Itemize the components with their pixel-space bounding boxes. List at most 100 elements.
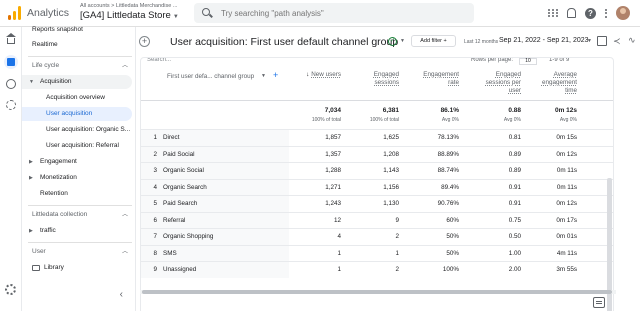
cell-channel-group[interactable]: Organic Shopping [163, 233, 213, 240]
global-search[interactable] [194, 3, 474, 23]
cell-new-users: 1,857 [325, 134, 341, 141]
table-row[interactable]: 4 Organic Search 1,271 1,156 89.4% 0.91 0m 11s [141, 178, 613, 196]
account-selector[interactable]: All accounts > Littledata Merchandise ..… [80, 3, 179, 21]
sidebar-item-acquisition-overview[interactable]: Acquisition overview [22, 91, 136, 105]
collapse-sidebar-icon[interactable]: ‹ [120, 289, 123, 300]
sidebar-item-traffic[interactable]: ▶ traffic [22, 224, 136, 238]
check-circle-icon[interactable]: ✓ [388, 37, 397, 46]
add-filter-button[interactable]: Add filter + [411, 35, 456, 47]
reports-icon[interactable] [4, 55, 18, 69]
home-icon[interactable] [4, 33, 18, 48]
date-range-picker[interactable]: Sep 21, 2022 - Sep 21, 2023 [499, 37, 589, 44]
cell-engaged-sessions: 9 [395, 216, 399, 224]
cell-engaged-sessions: 1,625 [383, 134, 399, 141]
table-row[interactable]: 1 Direct 1,857 1,625 78.13% 0.81 0m 15s [141, 129, 613, 146]
add-dimension-icon[interactable]: + [273, 70, 278, 80]
share-icon[interactable]: ≺ [613, 36, 621, 47]
chevron-down-icon[interactable]: ▼ [261, 73, 266, 79]
cell-avg-engagement-time: 4m 11s [556, 249, 577, 257]
scrollbar-thumb[interactable] [142, 290, 612, 294]
admin-gear-icon[interactable] [5, 284, 16, 295]
sidebar-item-retention[interactable]: Retention [22, 187, 136, 201]
table-search[interactable]: Search... [147, 58, 171, 63]
chevron-down-icon[interactable]: ▼ [587, 38, 592, 44]
cell-engagement-rate: 60% [446, 216, 459, 224]
chevron-down-icon[interactable]: ▼ [400, 38, 405, 44]
sidebar-footer: ‹ [22, 287, 136, 311]
sidebar-item-library[interactable]: Library [22, 261, 136, 275]
bell-icon[interactable] [567, 8, 576, 18]
horizontal-scrollbar[interactable] [140, 290, 616, 294]
section-littledata-collection[interactable]: Littledata collection ︿ [22, 208, 136, 222]
sidebar-item-acquisition[interactable]: ▼ Acquisition [22, 75, 132, 89]
help-icon[interactable]: ? [585, 7, 596, 19]
analytics-logo[interactable] [8, 6, 22, 20]
pagination-text: 1-9 of 9 [549, 57, 570, 63]
add-comparison-icon[interactable]: + [139, 36, 150, 47]
property-name[interactable]: [GA4] Littledata Store ▼ [80, 10, 179, 21]
col-header-engaged-sessions[interactable]: Engaged sessions [361, 71, 399, 87]
total-engaged-sessions: 6,381 [382, 107, 399, 114]
rows-per-page-select[interactable]: 10 [519, 58, 537, 65]
col-header-engagement-rate[interactable]: Engagement rate [419, 71, 459, 87]
total-engagement-rate: 86.1% [440, 107, 459, 114]
table-row[interactable]: 8 SMS 1 1 50% 1.00 4m 11s [141, 244, 613, 262]
cell-engaged-per-user: 0.50 [508, 233, 521, 240]
cell-channel-group[interactable]: Organic Search [163, 184, 207, 191]
cell-channel-group[interactable]: Organic Social [163, 167, 204, 174]
sidebar-item-user-acquisition[interactable]: User acquisition [22, 107, 132, 121]
total-engaged-per-user: 0.88 [508, 107, 521, 114]
advertising-icon[interactable] [4, 98, 18, 112]
sidebar-item-realtime[interactable]: Realtime [22, 38, 136, 52]
cell-channel-group[interactable]: Unassigned [163, 266, 196, 273]
cell-channel-group[interactable]: SMS [163, 250, 177, 257]
table-row[interactable]: 3 Organic Social 1,288 1,143 88.74% 0.89 0m 11… [141, 162, 613, 179]
col-header-new-users[interactable]: ↓ New users [301, 71, 341, 79]
cell-new-users: 4 [337, 233, 341, 240]
cell-channel-group[interactable]: Paid Search [163, 200, 197, 207]
cell-engaged-per-user: 0.91 [508, 183, 521, 191]
table-row[interactable]: 6 Referral 12 9 60% 0.75 0m 17s [141, 211, 613, 229]
apps-grid-icon[interactable] [547, 8, 558, 19]
caret-right-icon: ▶ [29, 159, 33, 165]
sidebar-item-monetization[interactable]: ▶ Monetization [22, 171, 136, 185]
sidebar-item-user-acquisition-organic[interactable]: User acquisition: Organic S... [22, 123, 136, 137]
chevron-up-icon: ︿ [121, 249, 128, 255]
customize-report-icon[interactable] [597, 36, 607, 46]
sidebar-item-reports-snapshot[interactable]: Reports snapshot [22, 23, 136, 37]
avatar[interactable] [616, 6, 630, 20]
col-header-engaged-sessions-per-user[interactable]: Engaged sessions per user [481, 71, 521, 95]
report-title: User acquisition: First user default cha… [170, 36, 399, 48]
search-input[interactable] [221, 7, 461, 19]
dimension-header[interactable]: First user defa... channel group [167, 73, 254, 80]
table-row[interactable]: 7 Organic Shopping 4 2 50% 0.50 0m 01s [141, 228, 613, 245]
table-row[interactable]: 5 Paid Search 1,243 1,130 90.76% 0.91 0m 12s [141, 195, 613, 212]
cell-engagement-rate: 100% [442, 266, 459, 273]
cell-engaged-per-user: 0.89 [508, 167, 521, 174]
col-header-avg-engagement-time[interactable]: Average engagement time [541, 71, 577, 95]
cell-channel-group[interactable]: Paid Social [163, 151, 195, 158]
table-row[interactable]: 9 Unassigned 1 2 100% 2.00 3m 55s [141, 261, 613, 278]
explore-icon[interactable] [4, 77, 18, 91]
sidebar-item-user-acquisition-referral[interactable]: User acquisition: Referral [22, 139, 136, 153]
cell-new-users: 1,243 [325, 200, 341, 207]
insights-icon[interactable]: ∿ [628, 35, 636, 46]
row-index: 6 [153, 216, 157, 224]
cell-engagement-rate: 50% [446, 249, 459, 257]
cell-engaged-sessions: 1,143 [383, 167, 399, 174]
sidebar-item-engagement[interactable]: ▶ Engagement [22, 155, 136, 169]
cell-channel-group[interactable]: Referral [163, 217, 185, 224]
cell-channel-group[interactable]: Direct [163, 134, 179, 141]
cell-engaged-per-user: 0.75 [508, 216, 521, 224]
section-user[interactable]: User ︿ [22, 245, 136, 259]
cell-engagement-rate: 90.76% [437, 200, 459, 207]
chevron-up-icon: ︿ [121, 63, 128, 69]
table-row[interactable]: 2 Paid Social 1,357 1,208 88.89% 0.89 0m 12s [141, 145, 613, 163]
search-icon [202, 8, 210, 16]
section-life-cycle[interactable]: Life cycle ︿ [22, 59, 136, 73]
cell-engaged-sessions: 1,156 [383, 183, 399, 191]
cell-engagement-rate: 50% [446, 233, 459, 240]
cell-engaged-sessions: 1,130 [383, 200, 399, 207]
feedback-icon[interactable] [593, 297, 605, 308]
more-vert-icon[interactable] [605, 8, 607, 18]
